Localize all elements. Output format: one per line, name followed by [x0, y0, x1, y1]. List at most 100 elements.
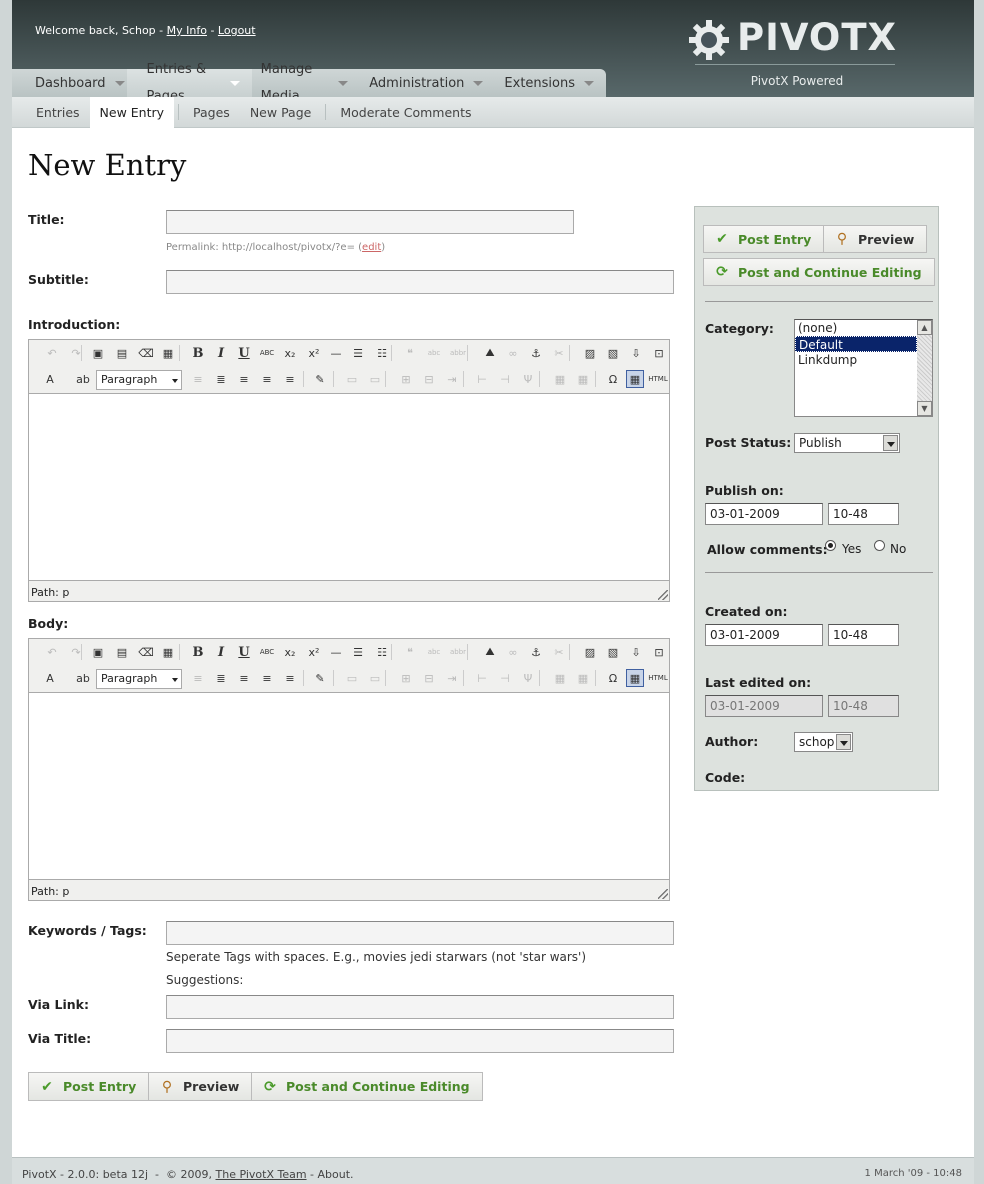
- anchor-icon[interactable]: ⚓: [527, 344, 545, 362]
- delete-col-icon[interactable]: ⊣: [496, 370, 514, 388]
- highlight-color-icon[interactable]: ab: [74, 669, 92, 687]
- insert-table-icon[interactable]: ▦: [159, 643, 177, 661]
- code-icon[interactable]: ⊡: [650, 643, 668, 661]
- resize-handle-icon[interactable]: [658, 889, 668, 899]
- sidebar-post-entry-button[interactable]: ✔ Post Entry: [703, 225, 825, 253]
- body-format-select[interactable]: Paragraph: [96, 669, 182, 689]
- redo-icon[interactable]: ↷: [67, 643, 85, 661]
- underline-icon[interactable]: U: [235, 643, 253, 661]
- clear-format-icon[interactable]: ⌫: [137, 344, 155, 362]
- html-source-icon[interactable]: HTML: [648, 370, 667, 388]
- move-icon[interactable]: ⇥: [443, 370, 461, 388]
- align-left-icon[interactable]: ≡: [235, 669, 253, 687]
- gallery-icon[interactable]: ▧: [604, 344, 622, 362]
- split-icon[interactable]: Ψ: [519, 669, 537, 687]
- numbered-list-icon[interactable]: ☷: [373, 643, 391, 661]
- footer-about[interactable]: - About.: [307, 1168, 354, 1181]
- category-option-linkdump[interactable]: Linkdump: [795, 352, 917, 368]
- paste-word-icon[interactable]: ▤: [113, 643, 131, 661]
- subtitle-input[interactable]: [166, 270, 674, 294]
- paste-icon[interactable]: ▣: [89, 344, 107, 362]
- table-props-icon[interactable]: ▦: [551, 370, 569, 388]
- title-input[interactable]: [166, 210, 574, 234]
- post-continue-button[interactable]: ⟳ Post and Continue Editing: [251, 1072, 483, 1101]
- nav-dashboard[interactable]: Dashboard: [12, 69, 137, 97]
- blockquote-icon[interactable]: ❝: [401, 344, 419, 362]
- align-center-icon[interactable]: ≡: [258, 370, 276, 388]
- logout-link[interactable]: Logout: [218, 24, 256, 37]
- special-char-icon[interactable]: Ω: [604, 669, 622, 687]
- bulleted-list-icon[interactable]: ☰: [349, 643, 367, 661]
- abbreviation-icon[interactable]: abc: [425, 344, 443, 362]
- split-icon[interactable]: Ψ: [519, 370, 537, 388]
- unlink-icon[interactable]: ✂: [550, 344, 568, 362]
- subnav-moderate-comments[interactable]: Moderate Comments: [330, 97, 481, 128]
- delete-row-icon[interactable]: ⊟: [420, 370, 438, 388]
- nav-extensions[interactable]: Extensions: [495, 69, 606, 97]
- permalink-edit-link[interactable]: edit: [362, 242, 381, 253]
- fullscreen-icon[interactable]: ▦: [626, 669, 644, 687]
- media-icon[interactable]: ▨: [581, 344, 599, 362]
- via-title-input[interactable]: [166, 1029, 674, 1053]
- post-entry-button[interactable]: ✔ Post Entry: [28, 1072, 150, 1101]
- paste-word-icon[interactable]: ▤: [113, 344, 131, 362]
- unlink-icon[interactable]: ✂: [550, 643, 568, 661]
- italic-icon[interactable]: I: [212, 344, 230, 362]
- anchor-icon[interactable]: ⚓: [527, 643, 545, 661]
- numbered-list-icon[interactable]: ☷: [373, 344, 391, 362]
- move-icon[interactable]: ⇥: [443, 669, 461, 687]
- superscript-icon[interactable]: x²: [305, 643, 323, 661]
- insert-row-icon[interactable]: ⊞: [397, 370, 415, 388]
- subnav-new-page[interactable]: New Page: [240, 97, 322, 128]
- outdent-icon[interactable]: ≡: [189, 370, 207, 388]
- strikethrough-icon[interactable]: ABC: [258, 344, 276, 362]
- underline-icon[interactable]: U: [235, 344, 253, 362]
- edit-icon[interactable]: ✎: [311, 370, 329, 388]
- align-center-icon[interactable]: ≡: [258, 669, 276, 687]
- html-source-icon[interactable]: HTML: [648, 669, 667, 687]
- category-listbox[interactable]: (none) Default Linkdump ▲ ▼: [794, 319, 933, 417]
- bold-icon[interactable]: B: [189, 344, 207, 362]
- gallery-icon[interactable]: ▧: [604, 643, 622, 661]
- created-time-input[interactable]: 10-48: [828, 624, 899, 646]
- edit-icon[interactable]: ✎: [311, 669, 329, 687]
- sidebar-post-continue-button[interactable]: ⟳ Post and Continue Editing: [703, 258, 935, 286]
- merge-cells-icon[interactable]: ▭: [343, 370, 361, 388]
- split-cells-icon[interactable]: ▭: [366, 669, 384, 687]
- blockquote-icon[interactable]: ❝: [401, 643, 419, 661]
- media-icon[interactable]: ▨: [581, 643, 599, 661]
- bold-icon[interactable]: B: [189, 643, 207, 661]
- acronym-icon[interactable]: abbr: [449, 344, 467, 362]
- download-icon[interactable]: ⇩: [627, 344, 645, 362]
- allow-comments-no-radio[interactable]: [874, 540, 885, 551]
- clear-format-icon[interactable]: ⌫: [137, 643, 155, 661]
- pivotx-logo[interactable]: PIVOTX PivotX Powered: [687, 14, 897, 94]
- acronym-icon[interactable]: abbr: [449, 643, 467, 661]
- special-char-icon[interactable]: Ω: [604, 370, 622, 388]
- via-link-input[interactable]: [166, 995, 674, 1019]
- subscript-icon[interactable]: x₂: [281, 344, 299, 362]
- link-icon[interactable]: ∞: [504, 643, 522, 661]
- keywords-input[interactable]: [166, 921, 674, 945]
- cell-props-icon[interactable]: ▦: [574, 669, 592, 687]
- align-left-icon[interactable]: ≡: [235, 370, 253, 388]
- nav-manage-media[interactable]: Manage Media: [252, 62, 361, 104]
- subnav-entries[interactable]: Entries: [12, 97, 90, 128]
- text-color-icon[interactable]: A: [41, 370, 59, 388]
- category-scrollbar[interactable]: ▲ ▼: [917, 320, 932, 416]
- insert-col-icon[interactable]: ⊢: [473, 370, 491, 388]
- insert-row-icon[interactable]: ⊞: [397, 669, 415, 687]
- cell-props-icon[interactable]: ▦: [574, 370, 592, 388]
- bulleted-list-icon[interactable]: ☰: [349, 344, 367, 362]
- resize-handle-icon[interactable]: [658, 590, 668, 600]
- text-color-icon[interactable]: A: [41, 669, 59, 687]
- category-option-none[interactable]: (none): [795, 320, 917, 336]
- scroll-down-icon[interactable]: ▼: [917, 401, 932, 416]
- publish-time-input[interactable]: 10-48: [828, 503, 899, 525]
- insert-table-icon[interactable]: ▦: [159, 344, 177, 362]
- abbreviation-icon[interactable]: abc: [425, 643, 443, 661]
- download-icon[interactable]: ⇩: [627, 643, 645, 661]
- horizontal-rule-icon[interactable]: —: [327, 344, 345, 362]
- fullscreen-icon[interactable]: ▦: [626, 370, 644, 388]
- insert-col-icon[interactable]: ⊢: [473, 669, 491, 687]
